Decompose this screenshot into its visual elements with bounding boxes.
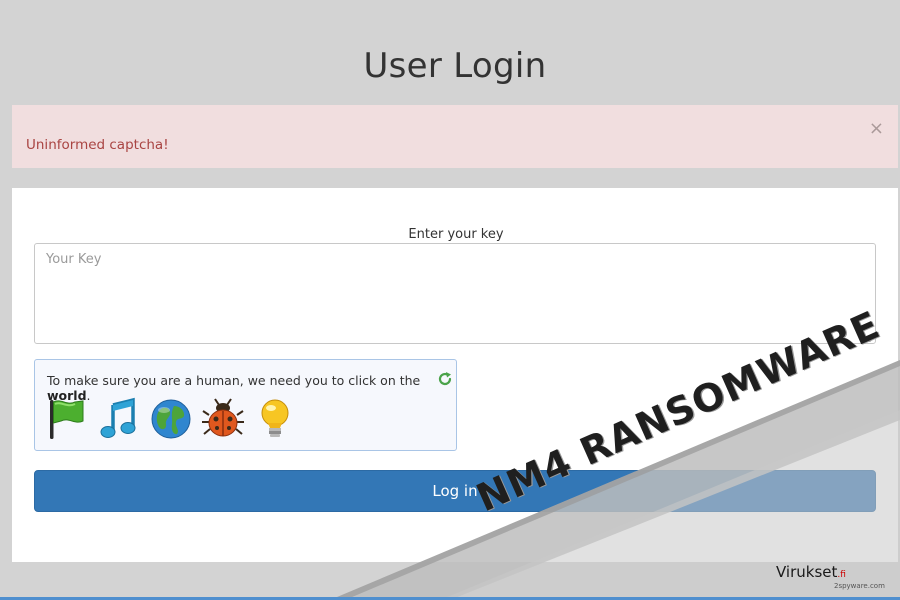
brand-sub: 2spyware.com [834,582,885,590]
brand-logo: Virukset.fi [776,563,846,581]
captcha-prompt-prefix: To make sure you are a human, we need yo… [47,373,421,388]
globe-icon[interactable] [149,397,193,441]
flag-icon[interactable] [45,397,89,441]
refresh-icon[interactable] [437,371,453,387]
captcha-box: To make sure you are a human, we need yo… [34,359,457,451]
music-note-icon[interactable] [97,397,141,441]
brand-tld: .fi [837,570,846,580]
brand-name: Virukset [776,563,838,581]
alert-message: Uninformed captcha! [26,137,169,153]
page-title: User Login [363,46,547,86]
bug-icon[interactable] [201,397,245,441]
key-label: Enter your key [408,227,504,242]
lightbulb-icon[interactable] [253,397,297,441]
alert-close-button[interactable]: × [869,119,884,139]
login-button[interactable]: Log in [34,470,876,512]
key-input[interactable] [34,243,876,344]
error-alert: Uninformed captcha! × [12,105,898,168]
